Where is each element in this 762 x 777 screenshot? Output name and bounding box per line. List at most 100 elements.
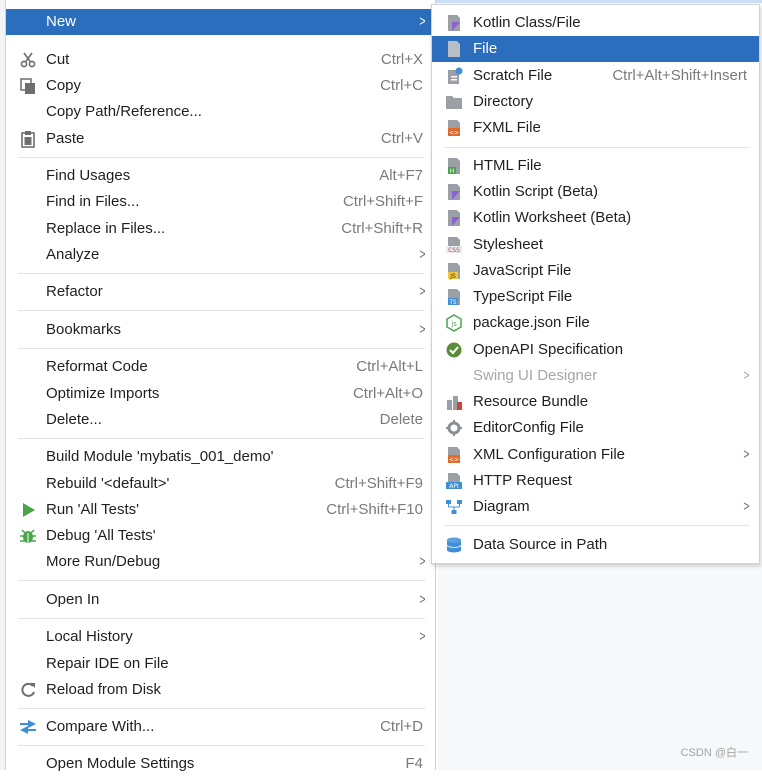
submenu-item-xml-configuration[interactable]: <> XML Configuration File > — [432, 442, 759, 468]
menu-separator — [18, 745, 425, 746]
menu-item-reformat-code[interactable]: Reformat Code Ctrl+Alt+L — [6, 354, 435, 380]
menu-item-label: Analyze — [46, 246, 100, 263]
menu-item-label: Paste — [46, 130, 85, 147]
menu-item-refactor[interactable]: Refactor > — [6, 279, 435, 305]
context-menu: New > Cut Ctrl+X Copy Ctrl+C Copy Path/R… — [5, 0, 436, 772]
menu-item-shortcut: Ctrl+D — [380, 718, 423, 735]
menu-separator — [18, 708, 425, 709]
menu-item-label: Kotlin Worksheet (Beta) — [473, 209, 632, 226]
menu-item-label: Scratch File — [473, 67, 553, 84]
submenu-arrow-icon: > — [419, 246, 426, 263]
menu-item-replace-in-files[interactable]: Replace in Files... Ctrl+Shift+R — [6, 216, 435, 242]
svg-text:TS: TS — [448, 299, 457, 306]
submenu-arrow-icon: > — [743, 498, 750, 515]
menu-item-shortcut: F4 — [405, 755, 423, 772]
menu-item-label: JavaScript File — [473, 262, 572, 279]
copy-icon — [20, 78, 35, 94]
submenu-item-swing-ui-designer[interactable]: Swing UI Designer > — [432, 363, 759, 389]
submenu-item-fxml-file[interactable]: <> FXML File — [432, 115, 759, 141]
menu-item-open-module-settings[interactable]: Open Module Settings F4 — [6, 751, 435, 777]
menu-separator — [18, 348, 425, 349]
menu-item-label: HTML File — [473, 157, 542, 174]
menu-item-find-in-files[interactable]: Find in Files... Ctrl+Shift+F — [6, 189, 435, 215]
menu-item-build-module[interactable]: Build Module 'mybatis_001_demo' — [6, 444, 435, 470]
submenu-arrow-icon: > — [419, 283, 426, 300]
menu-item-label: Kotlin Script (Beta) — [473, 183, 599, 200]
menu-item-label: Repair IDE on File — [46, 655, 169, 672]
menu-separator — [18, 438, 425, 439]
menu-item-open-in[interactable]: Open In > — [6, 587, 435, 613]
submenu-item-javascript-file[interactable]: JS JavaScript File — [432, 258, 759, 284]
menu-item-compare-with[interactable]: Compare With... Ctrl+D — [6, 714, 435, 740]
menu-item-optimize-imports[interactable]: Optimize Imports Ctrl+Alt+O — [6, 381, 435, 407]
menu-item-repair-ide[interactable]: Repair IDE on File — [6, 651, 435, 677]
submenu-item-resource-bundle[interactable]: Resource Bundle — [432, 389, 759, 415]
submenu-item-typescript-file[interactable]: TS TypeScript File — [432, 284, 759, 310]
menu-item-rebuild[interactable]: Rebuild '<default>' Ctrl+Shift+F9 — [6, 471, 435, 497]
kotlin-worksheet-icon — [448, 210, 460, 226]
clipboard-icon — [21, 131, 35, 148]
menu-item-label: Find Usages — [46, 167, 131, 184]
menu-item-label: Reformat Code — [46, 358, 148, 375]
submenu-arrow-icon: > — [743, 446, 750, 463]
menu-item-local-history[interactable]: Local History > — [6, 624, 435, 650]
submenu-arrow-icon: > — [419, 553, 426, 570]
scissors-icon — [20, 52, 36, 68]
submenu-arrow-icon: > — [743, 367, 750, 384]
submenu-item-http-request[interactable]: API HTTP Request — [432, 468, 759, 494]
submenu-item-data-source-in-path[interactable]: Data Source in Path — [432, 532, 759, 558]
nodejs-icon: js — [446, 314, 462, 332]
background-editor-area — [438, 564, 762, 770]
menu-item-label: FXML File — [473, 119, 541, 136]
menu-item-label: Debug 'All Tests' — [46, 527, 156, 544]
submenu-item-file[interactable]: File — [432, 36, 759, 62]
submenu-item-editorconfig[interactable]: EditorConfig File — [432, 415, 759, 441]
menu-item-copy-path[interactable]: Copy Path/Reference... — [6, 99, 435, 125]
submenu-item-package-json[interactable]: js package.json File — [432, 310, 759, 336]
new-submenu: Kotlin Class/File File Scratch File Ctrl… — [431, 4, 760, 564]
reload-icon — [21, 682, 35, 697]
menu-item-more-run-debug[interactable]: More Run/Debug > — [6, 549, 435, 575]
menu-item-label: Refactor — [46, 283, 103, 300]
submenu-item-kotlin-script[interactable]: Kotlin Script (Beta) — [432, 179, 759, 205]
submenu-arrow-icon: > — [419, 13, 426, 30]
menu-item-bookmarks[interactable]: Bookmarks > — [6, 317, 435, 343]
menu-item-copy[interactable]: Copy Ctrl+C — [6, 73, 435, 99]
menu-item-label: Replace in Files... — [46, 220, 166, 237]
menu-item-delete[interactable]: Delete... Delete — [6, 407, 435, 433]
watermark: CSDN @白一 — [680, 747, 748, 759]
menu-item-label: Delete... — [46, 411, 102, 428]
submenu-item-kotlin-worksheet[interactable]: Kotlin Worksheet (Beta) — [432, 205, 759, 231]
svg-text:<>: <> — [449, 130, 459, 137]
menu-item-label: EditorConfig File — [473, 419, 584, 436]
svg-text:<>: <> — [449, 457, 459, 464]
menu-item-label: Copy — [46, 77, 82, 94]
svg-text:js: js — [450, 320, 457, 328]
submenu-item-kotlin-class[interactable]: Kotlin Class/File — [432, 10, 759, 36]
menu-item-debug-all-tests[interactable]: Debug 'All Tests' — [6, 523, 435, 549]
compare-arrows-icon — [20, 720, 36, 734]
submenu-item-stylesheet[interactable]: CSS Stylesheet — [432, 232, 759, 258]
menu-item-label: Open In — [46, 591, 100, 608]
menu-item-new[interactable]: New > — [6, 9, 435, 35]
submenu-item-scratch-file[interactable]: Scratch File Ctrl+Alt+Shift+Insert — [432, 63, 759, 89]
submenu-item-html-file[interactable]: H HTML File — [432, 153, 759, 179]
submenu-item-directory[interactable]: Directory — [432, 89, 759, 115]
menu-item-find-usages[interactable]: Find Usages Alt+F7 — [6, 163, 435, 189]
gear-icon — [446, 420, 462, 436]
submenu-item-openapi[interactable]: OpenAPI Specification — [432, 337, 759, 363]
menu-item-label: Local History — [46, 628, 133, 645]
database-icon — [446, 537, 462, 553]
menu-item-cut[interactable]: Cut Ctrl+X — [6, 47, 435, 73]
menu-item-reload-from-disk[interactable]: Reload from Disk — [6, 677, 435, 703]
menu-item-run-all-tests[interactable]: Run 'All Tests' Ctrl+Shift+F10 — [6, 497, 435, 523]
submenu-arrow-icon: > — [419, 321, 426, 338]
menu-item-label: Find in Files... — [46, 193, 140, 210]
menu-item-shortcut: Alt+F7 — [379, 167, 423, 184]
menu-item-label: Stylesheet — [473, 236, 544, 253]
menu-item-shortcut: Ctrl+Shift+F — [342, 193, 423, 210]
typescript-file-icon: TS — [448, 289, 460, 306]
menu-item-paste[interactable]: Paste Ctrl+V — [6, 126, 435, 152]
submenu-item-diagram[interactable]: Diagram > — [432, 494, 759, 520]
menu-item-analyze[interactable]: Analyze > — [6, 242, 435, 268]
